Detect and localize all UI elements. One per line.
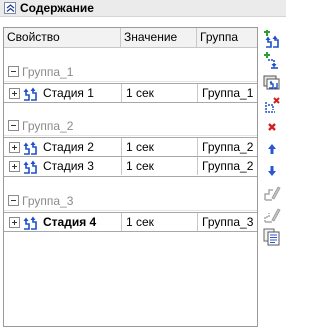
content-tree[interactable]: Свойство Значение Группа Группа_1 Стадия… — [3, 27, 258, 327]
expand-icon[interactable] — [9, 217, 20, 228]
stage-name: Стадия 2 — [43, 140, 94, 154]
edit-button[interactable] — [260, 181, 282, 202]
group-divider — [4, 210, 257, 211]
edit-group-disabled-icon — [264, 208, 281, 223]
move-down-button[interactable] — [260, 159, 282, 180]
add-stage-button[interactable] — [260, 27, 282, 48]
panel-title: Содержание — [20, 1, 94, 15]
add-substage-icon — [264, 52, 278, 69]
stage-name: Стадия 4 — [43, 215, 97, 229]
collapse-panel-button[interactable] — [4, 2, 16, 14]
stage-name: Стадия 3 — [43, 159, 94, 173]
stage-icon — [23, 87, 37, 101]
move-down-icon — [268, 166, 276, 176]
stage-value: 1 сек — [121, 138, 197, 156]
stage-icon — [23, 160, 37, 174]
copy-stage-button[interactable] — [260, 71, 282, 92]
collapse-icon[interactable] — [8, 195, 19, 206]
table-row[interactable]: Стадия 2 1 сек Группа_2 — [4, 137, 257, 157]
stage-value: 1 сек — [121, 213, 197, 231]
delete-button[interactable] — [260, 115, 282, 136]
expand-icon[interactable] — [9, 88, 20, 99]
stage-name: Стадия 1 — [43, 86, 94, 100]
stage-value: 1 сек — [121, 157, 197, 175]
expand-icon[interactable] — [9, 161, 20, 172]
column-property[interactable]: Свойство — [4, 28, 121, 48]
column-value[interactable]: Значение — [121, 28, 197, 48]
add-stage-icon — [264, 30, 279, 48]
chevron-up-icon — [6, 4, 15, 12]
properties-icon — [263, 228, 280, 246]
edit-group-button[interactable] — [260, 203, 282, 224]
expand-icon[interactable] — [9, 142, 20, 153]
delete-group-button[interactable] — [260, 93, 282, 114]
stage-group: Группа_3 — [197, 213, 257, 231]
add-substage-button[interactable] — [260, 49, 282, 70]
table-row[interactable]: Стадия 4 1 сек Группа_3 — [4, 212, 257, 232]
column-group[interactable]: Группа — [197, 28, 257, 48]
group-row[interactable]: Группа_3 — [4, 192, 257, 210]
group-label: Группа_1 — [22, 65, 74, 79]
stage-group: Группа_1 — [197, 84, 257, 102]
stage-value: 1 сек — [121, 84, 197, 102]
group-row[interactable]: Группа_2 — [4, 117, 257, 135]
stage-icon — [23, 216, 37, 230]
stage-group: Группа_2 — [197, 138, 257, 156]
stage-group: Группа_2 — [197, 157, 257, 175]
move-up-button[interactable] — [260, 137, 282, 158]
group-divider — [4, 135, 257, 136]
delete-icon — [268, 123, 276, 131]
panel-header: Содержание — [0, 0, 286, 17]
stage-icon — [23, 141, 37, 155]
table-row[interactable]: Стадия 1 1 сек Группа_1 — [4, 83, 257, 103]
group-label: Группа_3 — [22, 194, 74, 208]
group-label: Группа_2 — [22, 119, 74, 133]
collapse-icon[interactable] — [8, 66, 19, 77]
move-up-icon — [268, 144, 276, 154]
group-divider — [4, 81, 257, 82]
edit-disabled-icon — [264, 186, 281, 201]
properties-button[interactable] — [260, 225, 282, 246]
copy-stage-icon — [263, 75, 280, 90]
table-row[interactable]: Стадия 3 1 сек Группа_2 — [4, 157, 257, 177]
collapse-icon[interactable] — [8, 120, 19, 131]
delete-group-icon — [265, 97, 280, 113]
group-row[interactable]: Группа_1 — [4, 63, 257, 81]
column-header: Свойство Значение Группа — [4, 28, 257, 48]
